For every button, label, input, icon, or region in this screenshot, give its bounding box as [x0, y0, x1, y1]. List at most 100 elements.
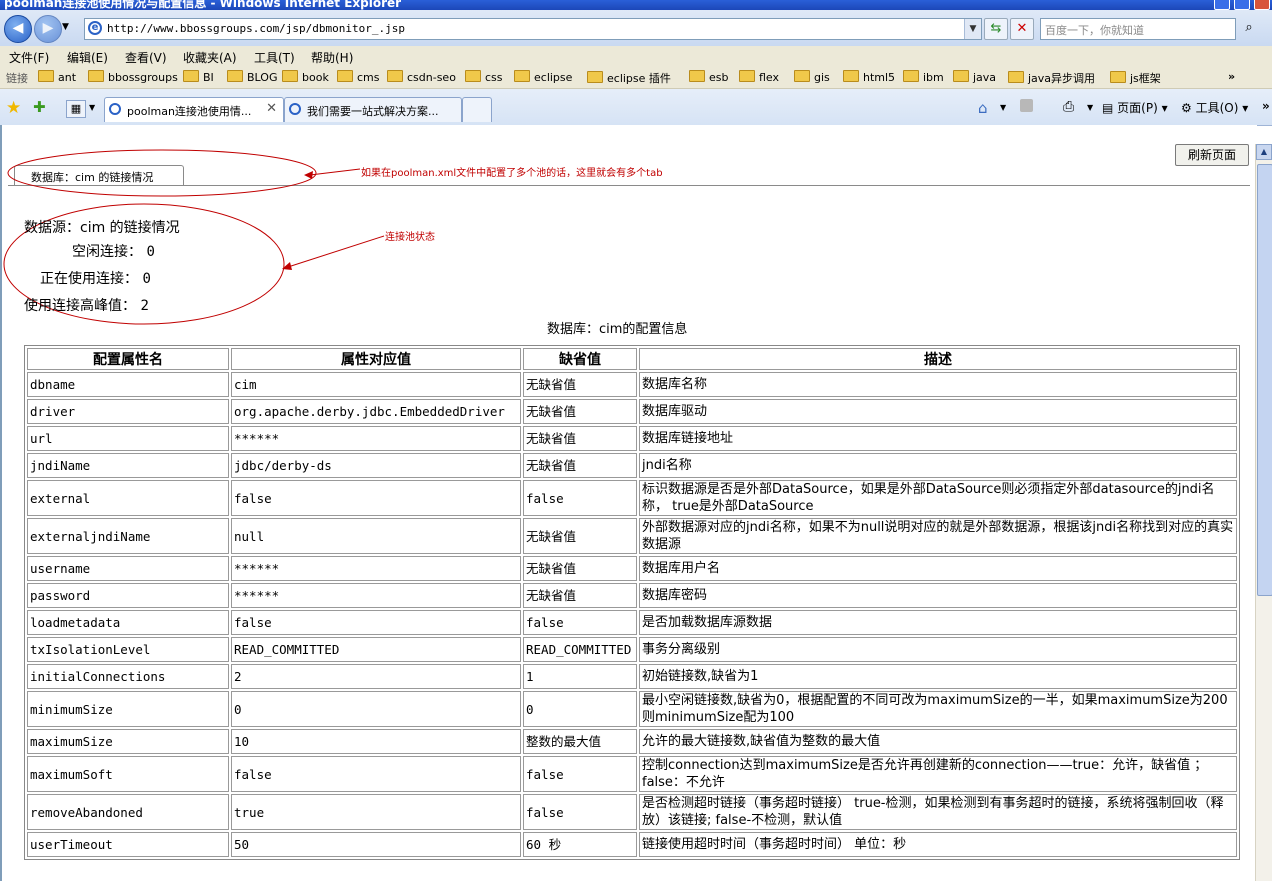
menu-bar: 文件(F) 编辑(E) 查看(V) 收藏夹(A) 工具(T) 帮助(H) [0, 46, 1272, 66]
tools-menu-button[interactable]: ⚙ 工具(O) ▾ [1181, 99, 1248, 116]
back-button[interactable]: ◀ [4, 15, 32, 43]
forward-button[interactable]: ▶ [34, 15, 62, 43]
link-bi[interactable]: BI [183, 70, 214, 84]
menu-view[interactable]: 查看(V) [125, 49, 167, 66]
refresh-page-button[interactable]: 刷新页面 [1175, 144, 1249, 166]
link-css[interactable]: css [465, 70, 503, 84]
cell-value: true [231, 794, 521, 830]
stop-button[interactable]: ✕ [1010, 18, 1034, 40]
cell-value: false [231, 480, 521, 516]
cell-value: 10 [231, 729, 521, 754]
address-toolbar: ◀ ▶ ▼ e http://www.bbossgroups.com/jsp/d… [0, 10, 1272, 46]
cell-value: ****** [231, 426, 521, 451]
link-eclipse[interactable]: eclipse [514, 70, 572, 84]
cell-value: ****** [231, 556, 521, 581]
print-icon[interactable]: ⎙ [1063, 99, 1074, 115]
link-html5[interactable]: html5 [843, 70, 895, 84]
cell-default: 无缺省值 [523, 556, 637, 581]
print-dropdown-icon[interactable]: ▼ [1087, 103, 1093, 112]
favorites-star-icon[interactable]: ★ [6, 98, 21, 118]
minimize-button[interactable] [1214, 0, 1230, 10]
cell-description: 事务分离级别 [639, 637, 1237, 662]
cell-description: 链接使用超时时间（事务超时时间） 单位：秒 [639, 832, 1237, 857]
folder-icon [739, 70, 755, 82]
scrollbar-thumb[interactable] [1257, 164, 1272, 596]
folder-icon [903, 70, 919, 82]
tab-solution[interactable]: 我们需要一站式解决方案... [284, 97, 462, 122]
cell-value: 0 [231, 691, 521, 727]
menu-favorites[interactable]: 收藏夹(A) [183, 49, 237, 66]
header-property: 配置属性名 [27, 348, 229, 370]
home-icon[interactable]: ⌂ [978, 99, 988, 117]
table-row: removeAbandoned true false 是否检测超时链接（事务超时链接）… [27, 794, 1237, 830]
vertical-scrollbar[interactable]: ▲ [1255, 144, 1272, 881]
history-dropdown-icon[interactable]: ▼ [62, 22, 69, 32]
quick-tabs-icon[interactable]: ▦ [66, 100, 86, 118]
link-java-async[interactable]: java异步调用 [1008, 70, 1095, 86]
cell-description: 最小空闲链接数,缺省为0，根据配置的不同可改为maximumSize的一半，如果… [639, 691, 1237, 727]
home-dropdown-icon[interactable]: ▼ [1000, 103, 1006, 112]
refresh-icon: ⇆ [990, 21, 1002, 36]
search-icon[interactable]: ⌕ [1238, 18, 1260, 38]
active-connections: 正在使用连接： 0 [40, 271, 151, 287]
refresh-browser-button[interactable]: ⇆ [984, 18, 1008, 40]
peak-connections: 使用连接高峰值： 2 [24, 298, 149, 314]
folder-icon [227, 70, 243, 82]
add-favorite-icon[interactable]: ✚ [33, 98, 46, 116]
header-default: 缺省值 [523, 348, 637, 370]
table-row: external false false 标识数据源是否是外部DataSource，如… [27, 480, 1237, 516]
menu-help[interactable]: 帮助(H) [311, 49, 353, 66]
link-js-framework[interactable]: js框架 [1110, 70, 1161, 86]
link-ibm[interactable]: ibm [903, 70, 944, 84]
maximize-button[interactable] [1234, 0, 1250, 10]
menu-tools[interactable]: 工具(T) [254, 49, 295, 66]
link-blog[interactable]: BLOG [227, 70, 277, 84]
table-row: jndiName jdbc/derby-ds 无缺省值 jndi名称 [27, 453, 1237, 478]
link-gis[interactable]: gis [794, 70, 830, 84]
cell-value: false [231, 756, 521, 792]
folder-icon [794, 70, 810, 82]
cell-default: 0 [523, 691, 637, 727]
cell-property: username [27, 556, 229, 581]
search-box[interactable]: 百度一下，你就知道 [1040, 18, 1236, 40]
header-value: 属性对应值 [231, 348, 521, 370]
cell-value: false [231, 610, 521, 635]
cell-property: jndiName [27, 453, 229, 478]
page-menu-button[interactable]: ▤ 页面(P) ▾ [1102, 99, 1168, 116]
table-row: username ****** 无缺省值 数据库用户名 [27, 556, 1237, 581]
links-overflow-button[interactable]: » [1228, 70, 1235, 83]
cell-description: 是否检测超时链接（事务超时链接） true-检测，如果检测到有事务超时的链接，系… [639, 794, 1237, 830]
cell-property: driver [27, 399, 229, 424]
link-java[interactable]: java [953, 70, 996, 84]
address-url[interactable]: http://www.bbossgroups.com/jsp/dbmonitor… [107, 22, 405, 35]
close-tab-icon[interactable]: ✕ [266, 101, 277, 116]
address-dropdown-icon[interactable]: ▼ [964, 19, 981, 39]
new-tab-button[interactable] [462, 97, 492, 122]
link-esb[interactable]: esb [689, 70, 728, 84]
link-bbossgroups[interactable]: bbossgroups [88, 70, 178, 84]
address-bar[interactable]: e http://www.bbossgroups.com/jsp/dbmonit… [84, 18, 982, 40]
link-flex[interactable]: flex [739, 70, 779, 84]
link-book[interactable]: book [282, 70, 329, 84]
tab-list-dropdown-icon[interactable]: ▼ [89, 103, 95, 112]
peak-value: 2 [140, 298, 149, 314]
link-ant[interactable]: ant [38, 70, 76, 84]
rss-feed-icon[interactable] [1020, 99, 1033, 112]
link-cms[interactable]: cms [337, 70, 380, 84]
table-row: initialConnections 2 1 初始链接数,缺省为1 [27, 664, 1237, 689]
folder-icon [689, 70, 705, 82]
folder-icon [1110, 71, 1126, 83]
window-title: poolman连接池使用情况与配置信息 - Windows Internet E… [4, 0, 402, 10]
tab-poolman[interactable]: poolman连接池使用情... ✕ [104, 97, 284, 122]
menu-file[interactable]: 文件(F) [9, 49, 49, 66]
close-window-button[interactable] [1254, 0, 1270, 10]
link-csdn-seo[interactable]: csdn-seo [387, 70, 456, 84]
folder-icon [1008, 71, 1024, 83]
link-eclipse-plugin[interactable]: eclipse 插件 [587, 70, 671, 86]
cell-value: ****** [231, 583, 521, 608]
cell-default: READ_COMMITTED [523, 637, 637, 662]
table-row: externaljndiName null 无缺省值 外部数据源对应的jndi名称，如… [27, 518, 1237, 554]
menu-edit[interactable]: 编辑(E) [67, 49, 108, 66]
scroll-up-icon[interactable]: ▲ [1256, 144, 1272, 160]
toolbar-overflow-button[interactable]: » [1262, 99, 1270, 113]
